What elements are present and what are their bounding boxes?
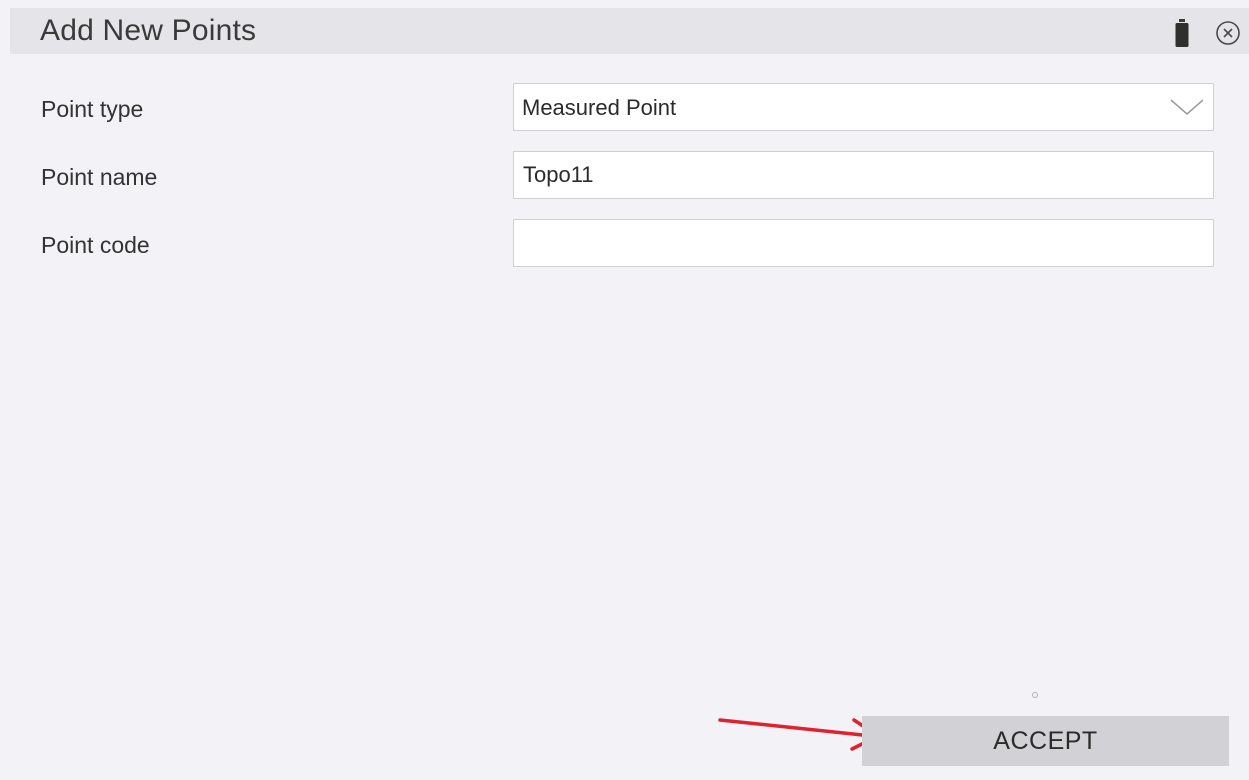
point-code-input[interactable] — [513, 219, 1214, 267]
point-code-label: Point code — [41, 232, 150, 258]
dialog-title: Add New Points — [40, 14, 257, 47]
add-new-points-dialog: Add New Points Point type Measured Point… — [0, 0, 1249, 780]
annotation-arrow-icon — [718, 718, 880, 751]
dialog-title-bar: Add New Points — [10, 8, 1249, 54]
battery-icon — [1175, 19, 1189, 47]
point-type-value: Measured Point — [522, 95, 677, 120]
point-name-label: Point name — [41, 164, 158, 190]
chevron-down-icon — [1170, 99, 1204, 115]
cursor-marker-icon — [1032, 692, 1038, 698]
point-name-input[interactable] — [513, 151, 1214, 199]
accept-button[interactable]: ACCEPT — [862, 716, 1229, 766]
close-icon[interactable] — [1215, 20, 1241, 46]
point-type-label: Point type — [41, 96, 144, 122]
point-type-select[interactable]: Measured Point — [513, 83, 1214, 131]
